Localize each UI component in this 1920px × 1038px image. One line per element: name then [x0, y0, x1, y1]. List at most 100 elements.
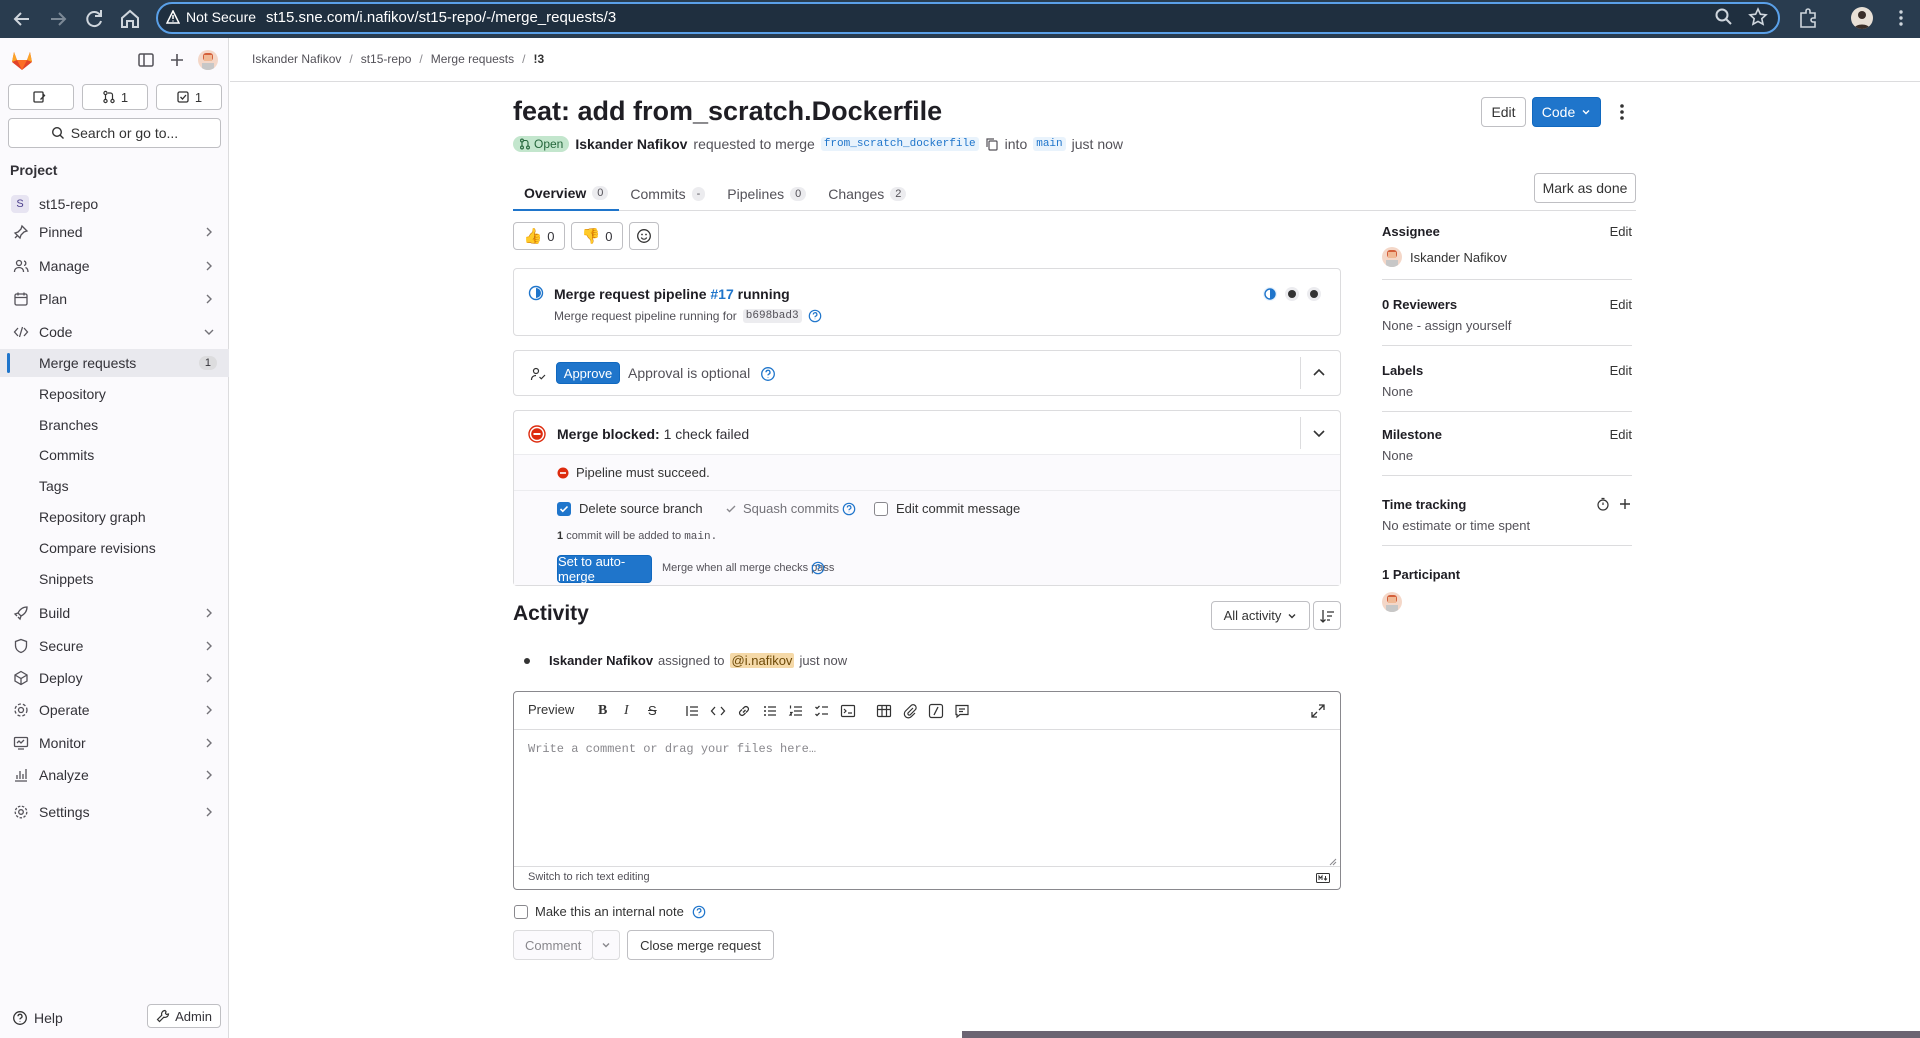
comment-button[interactable]: Comment: [513, 930, 593, 960]
close-merge-request-button[interactable]: Close merge request: [627, 930, 774, 960]
comment-type-dropdown[interactable]: [592, 930, 620, 960]
comment-template-icon[interactable]: [954, 703, 970, 719]
sidebar-item-analyze[interactable]: Analyze: [0, 761, 229, 789]
approve-button[interactable]: Approve: [556, 362, 620, 384]
edit-button[interactable]: Edit: [1481, 97, 1526, 127]
help-icon[interactable]: [760, 366, 776, 382]
copy-icon[interactable]: [985, 137, 999, 151]
pipeline-id-link[interactable]: #17: [710, 286, 733, 302]
italic-icon[interactable]: I: [624, 703, 640, 719]
sidebar-item-branches[interactable]: Branches: [0, 411, 229, 439]
stage-pending-icon[interactable]: [1306, 286, 1322, 302]
mark-as-done-button[interactable]: Mark as done: [1534, 173, 1636, 203]
breadcrumb-current[interactable]: !3: [533, 52, 544, 66]
mr-author[interactable]: Iskander Nafikov: [575, 136, 687, 152]
sidebar-item-monitor[interactable]: Monitor: [0, 729, 229, 757]
user-avatar[interactable]: [198, 50, 218, 70]
sidebar-item-deploy[interactable]: Deploy: [0, 664, 229, 692]
chevron-up-icon[interactable]: [1311, 365, 1327, 381]
stage-pending-icon[interactable]: [1284, 286, 1300, 302]
sidebar-item-tags[interactable]: Tags: [0, 472, 229, 500]
reviewers-edit-link[interactable]: Edit: [1610, 297, 1632, 312]
more-actions-kebab-icon[interactable]: [1612, 101, 1632, 123]
todos-count-button[interactable]: 1: [156, 84, 222, 110]
activity-author[interactable]: Iskander Nafikov: [549, 653, 653, 668]
labels-edit-link[interactable]: Edit: [1610, 363, 1632, 378]
tab-changes[interactable]: Changes 2: [817, 176, 917, 211]
strikethrough-icon[interactable]: S: [648, 703, 664, 719]
preview-tab[interactable]: Preview: [528, 702, 574, 717]
bold-icon[interactable]: B: [598, 703, 614, 719]
help-button[interactable]: Help: [12, 1010, 63, 1026]
tab-pipelines[interactable]: Pipelines 0: [716, 176, 817, 211]
comment-textarea[interactable]: Write a comment or drag your files here…: [528, 742, 816, 756]
browser-profile-avatar[interactable]: [1851, 7, 1873, 29]
menu-kebab-icon[interactable]: [1890, 7, 1912, 29]
activity-filter-dropdown[interactable]: All activity: [1211, 601, 1310, 630]
sidebar-item-commits[interactable]: Commits: [0, 441, 229, 469]
sidebar-item-operate[interactable]: Operate: [0, 696, 229, 724]
search-button[interactable]: Search or go to...: [8, 118, 221, 148]
sidebar-item-snippets[interactable]: Snippets: [0, 565, 229, 593]
edit-commit-message-checkbox[interactable]: [874, 502, 888, 516]
add-reaction-button[interactable]: [629, 222, 659, 250]
merge-requests-count-button[interactable]: 1: [82, 84, 148, 110]
source-branch[interactable]: from_scratch_dockerfile: [820, 137, 979, 151]
help-icon[interactable]: [808, 309, 822, 323]
code-icon[interactable]: [710, 703, 726, 719]
fullscreen-icon[interactable]: [1310, 703, 1326, 719]
task-list-icon[interactable]: [814, 703, 830, 719]
sidebar-item-settings[interactable]: Settings: [0, 798, 229, 826]
security-indicator[interactable]: Not Secure: [166, 9, 256, 25]
participant-avatar[interactable]: [1382, 592, 1402, 612]
user-mention[interactable]: @i.nafikov: [729, 653, 795, 668]
breadcrumb-item[interactable]: Merge requests: [431, 52, 514, 66]
create-new-icon[interactable]: [167, 50, 187, 70]
sidebar-item-repository-graph[interactable]: Repository graph: [0, 503, 229, 531]
internal-note-checkbox[interactable]: [514, 905, 528, 919]
help-icon[interactable]: [842, 502, 856, 516]
sidebar-item-manage[interactable]: Manage: [0, 252, 229, 280]
target-branch[interactable]: main: [1033, 137, 1066, 151]
switch-rich-text-link[interactable]: Switch to rich text editing: [528, 871, 650, 883]
thumbs-up-button[interactable]: 👍 0: [513, 222, 565, 250]
extensions-icon[interactable]: [1797, 7, 1819, 29]
code-dropdown-button[interactable]: Code: [1532, 97, 1601, 127]
delete-source-checkbox[interactable]: [557, 502, 571, 516]
auto-merge-button[interactable]: Set to auto-merge: [557, 554, 652, 584]
bullet-list-icon[interactable]: [762, 703, 778, 719]
address-bar[interactable]: Not Secure st15.sne.com/i.nafikov/st15-r…: [156, 2, 1780, 34]
gitlab-logo[interactable]: [10, 48, 34, 72]
assignee-edit-link[interactable]: Edit: [1610, 224, 1632, 239]
attach-icon[interactable]: [902, 703, 918, 719]
home-icon[interactable]: [118, 7, 142, 31]
sidebar-item-repository[interactable]: Repository: [0, 380, 229, 408]
stopwatch-icon[interactable]: [1596, 497, 1610, 511]
sidebar-item-build[interactable]: Build: [0, 599, 229, 627]
zoom-icon[interactable]: [1714, 7, 1736, 29]
milestone-edit-link[interactable]: Edit: [1610, 427, 1632, 442]
thumbs-down-button[interactable]: 👎 0: [571, 222, 623, 250]
breadcrumb-item[interactable]: Iskander Nafikov: [252, 52, 341, 66]
sidebar-item-secure[interactable]: Secure: [0, 632, 229, 660]
bookmark-star-icon[interactable]: [1748, 7, 1770, 29]
resize-handle-icon[interactable]: [1329, 858, 1337, 866]
tab-commits[interactable]: Commits -: [619, 176, 716, 211]
reviewers-value[interactable]: None - assign yourself: [1382, 318, 1632, 333]
collapsible-icon[interactable]: [840, 703, 856, 719]
quote-icon[interactable]: [684, 703, 700, 719]
add-time-icon[interactable]: [1618, 497, 1632, 511]
tab-overview[interactable]: Overview 0: [513, 176, 620, 211]
table-icon[interactable]: [876, 703, 892, 719]
help-icon[interactable]: [811, 561, 825, 575]
sidebar-item-plan[interactable]: Plan: [0, 285, 229, 313]
sidebar-toggle-icon[interactable]: [136, 50, 156, 70]
sidebar-item-compare-revisions[interactable]: Compare revisions: [0, 534, 229, 562]
chevron-down-icon[interactable]: [1311, 425, 1327, 441]
reload-icon[interactable]: [82, 7, 106, 31]
assignee-user[interactable]: Iskander Nafikov: [1382, 247, 1632, 267]
issues-count-button[interactable]: [8, 84, 74, 110]
slash-command-icon[interactable]: [928, 703, 944, 719]
admin-button[interactable]: Admin: [147, 1004, 221, 1028]
breadcrumb-item[interactable]: st15-repo: [361, 52, 412, 66]
